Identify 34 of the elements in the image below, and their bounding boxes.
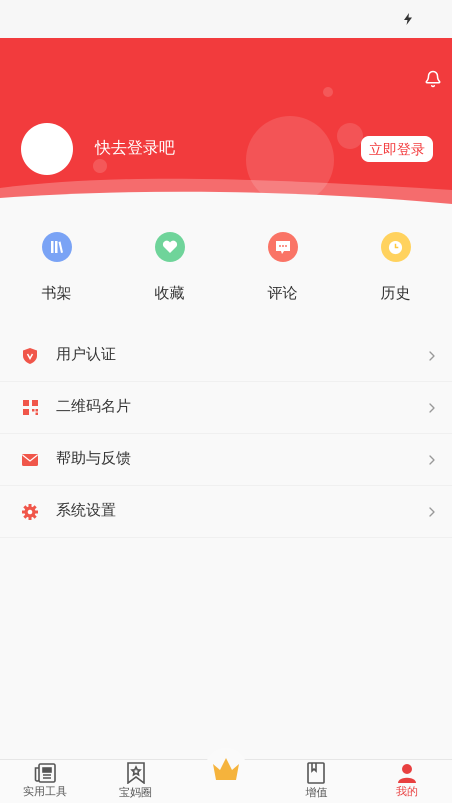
nav-tab[interactable]: 宝妈圈 [90,760,181,803]
gear-icon [22,504,38,520]
nav-tab[interactable]: 我的 [362,760,452,803]
menu-item[interactable]: 帮助与反馈 [0,434,452,486]
login-prompt[interactable]: 快去登录吧 [95,137,175,161]
crown-icon [211,756,242,782]
heart-icon [162,240,178,254]
menu-label: 系统设置 [56,501,116,522]
books-icon [48,239,64,255]
qr-code-icon [22,400,38,415]
shortcut-button[interactable]: 历史 [339,232,452,324]
shortcut-button[interactable]: 书架 [0,232,113,324]
newspaper-icon [34,762,56,783]
menu-item[interactable]: 二维码名片 [0,382,452,434]
book-icon [307,762,326,784]
bell-icon[interactable] [424,70,442,88]
menu-label: 用户认证 [56,345,116,366]
menu-label: 二维码名片 [56,397,131,418]
nav-tab[interactable]: 增值 [271,760,362,803]
login-button[interactable]: 立即登录 [361,136,433,162]
comment-icon [274,240,290,254]
shortcut-button[interactable]: 评论 [226,232,339,324]
menu-item[interactable]: 系统设置 [0,486,452,538]
user-icon [396,762,417,783]
clock-icon [388,240,403,254]
mail-icon [22,454,38,466]
charging-icon [404,13,412,25]
avatar[interactable] [21,123,73,175]
bookmark-star-icon [126,762,145,784]
menu-item[interactable]: 用户认证 [0,330,452,382]
menu-label: 帮助与反馈 [56,449,131,470]
shortcut-button[interactable]: 收藏 [113,232,226,324]
nav-tab[interactable]: 实用工具 [0,760,90,803]
shield-icon [23,348,37,364]
